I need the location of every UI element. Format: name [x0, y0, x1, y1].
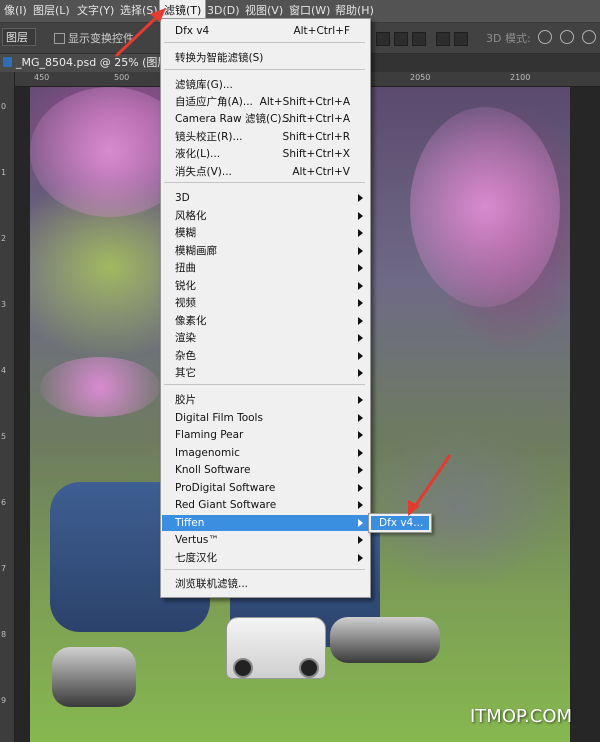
arrow-to-filter-menu: [114, 8, 166, 58]
watermark-text: ITMOP.COM: [470, 706, 573, 727]
arrow-to-dfx-item: [408, 454, 452, 516]
annotation-arrows: [114, 8, 452, 516]
